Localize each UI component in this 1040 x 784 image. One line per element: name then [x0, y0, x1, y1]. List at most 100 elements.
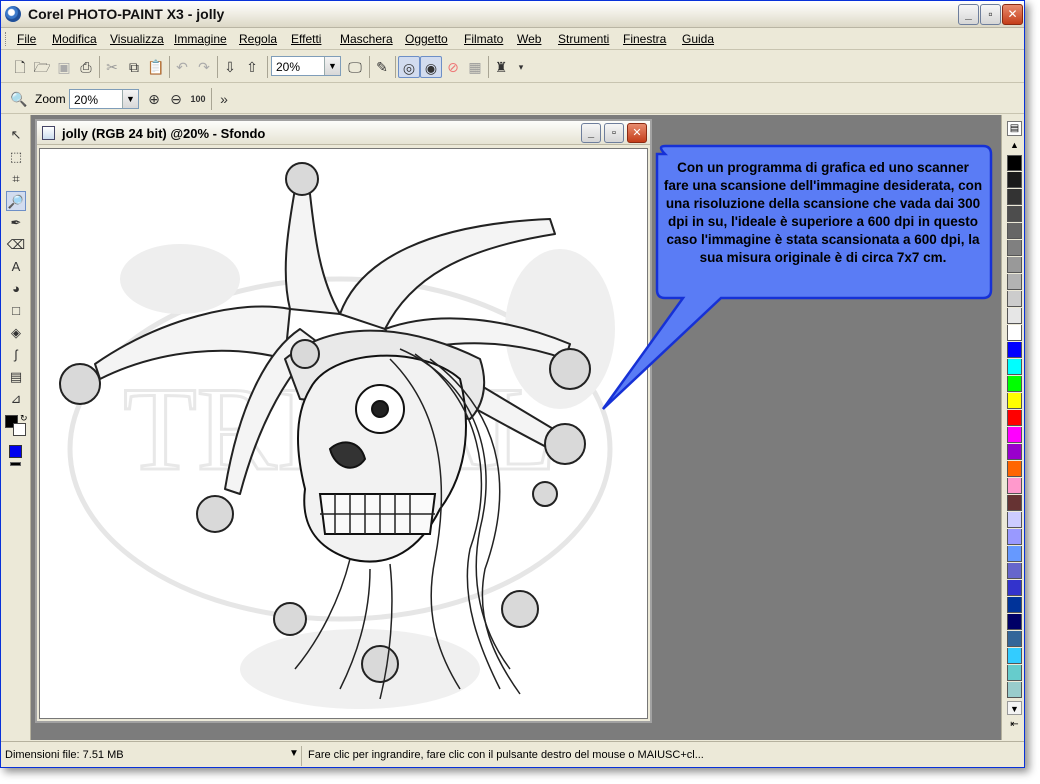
zoom-out-icon[interactable]: ⊖ — [165, 88, 187, 110]
show-mask-marquee-icon[interactable]: ◎ — [398, 56, 420, 78]
application-launcher-icon[interactable]: ♜ — [490, 56, 512, 78]
color-swatch[interactable] — [1007, 172, 1022, 188]
chevron-down-icon[interactable]: ▼ — [324, 57, 340, 75]
palette-scroll-up-icon[interactable]: ▲ — [1007, 139, 1022, 151]
color-swatch[interactable] — [1007, 427, 1022, 443]
color-swatch[interactable] — [1007, 189, 1022, 205]
color-swatch[interactable] — [1007, 580, 1022, 596]
undo-icon[interactable]: ↶ — [171, 56, 193, 78]
double-chevron-right-icon[interactable]: » — [213, 88, 235, 110]
export-icon[interactable]: ⇧ — [241, 56, 263, 78]
color-swatch[interactable] — [1007, 597, 1022, 613]
color-swatch[interactable] — [1007, 410, 1022, 426]
paper-color-swatch[interactable] — [10, 462, 21, 466]
background-color-swatch[interactable] — [13, 423, 26, 436]
cut-icon[interactable]: ✂ — [101, 56, 123, 78]
app-icon[interactable] — [5, 6, 21, 22]
color-swatch[interactable] — [1007, 444, 1022, 460]
zoom-100-icon[interactable]: 100 — [187, 88, 209, 110]
title-bar[interactable]: Corel PHOTO-PAINT X3 - jolly _ ▫ ✕ — [1, 1, 1024, 28]
palette-scroll-down-icon[interactable]: ▼ — [1007, 701, 1022, 715]
menu-visualizza[interactable]: Visualizza — [110, 32, 164, 46]
eyedropper-tool-icon[interactable]: ✒ — [6, 213, 26, 233]
color-swatch[interactable] — [1007, 223, 1022, 239]
status-dropdown-icon[interactable]: ▼ — [289, 748, 299, 759]
menu-filmato[interactable]: Filmato — [464, 32, 503, 46]
color-swatch[interactable] — [1007, 393, 1022, 409]
open-icon[interactable]: 🗁 — [31, 56, 53, 78]
menu-strumenti[interactable]: Strumenti — [558, 32, 609, 46]
color-swatch[interactable] — [1007, 665, 1022, 681]
color-swatch[interactable] — [1007, 308, 1022, 324]
color-swatch[interactable] — [1007, 631, 1022, 647]
color-swatch[interactable] — [1007, 495, 1022, 511]
text-tool-icon[interactable]: A — [6, 257, 26, 277]
doc-maximize-button[interactable]: ▫ — [604, 123, 624, 143]
color-swatch[interactable] — [1007, 648, 1022, 664]
color-swatch[interactable] — [1007, 325, 1022, 341]
fill-color-swatch[interactable] — [9, 445, 22, 458]
red-eye-tool-icon[interactable]: ◕ — [6, 279, 26, 299]
color-swatch[interactable] — [1007, 546, 1022, 562]
menu-web[interactable]: Web — [517, 32, 541, 46]
color-swatch[interactable] — [1007, 155, 1022, 171]
doc-close-button[interactable]: ✕ — [627, 123, 647, 143]
zoom-combo[interactable]: 20% ▼ — [69, 89, 139, 109]
image-canvas[interactable]: TRIBAL — [39, 148, 648, 719]
menu-grip[interactable] — [5, 32, 8, 46]
chevron-down-icon[interactable]: ▾ — [510, 56, 532, 78]
color-swatch[interactable] — [1007, 512, 1022, 528]
mask-overlay-icon[interactable]: ⊘ — [442, 56, 464, 78]
effect-tool-icon[interactable]: ▤ — [6, 367, 26, 387]
paste-icon[interactable]: 📋 — [145, 56, 167, 78]
swap-colors-icon[interactable]: ↻ — [20, 413, 28, 424]
color-swatch[interactable] — [1007, 206, 1022, 222]
menu-oggetto[interactable]: Oggetto — [405, 32, 448, 46]
menu-finestra[interactable]: Finestra — [623, 32, 666, 46]
show-object-marquee-icon[interactable]: ◉ — [420, 56, 442, 78]
color-swatch[interactable] — [1007, 291, 1022, 307]
save-icon[interactable]: ▣ — [53, 56, 75, 78]
close-button[interactable]: ✕ — [1002, 4, 1023, 25]
menu-modifica[interactable]: Modifica — [52, 32, 97, 46]
new-icon[interactable]: 🗋 — [9, 56, 31, 78]
chevron-down-icon[interactable]: ▼ — [122, 90, 138, 108]
color-swatch[interactable] — [1007, 461, 1022, 477]
redo-icon[interactable]: ↷ — [193, 56, 215, 78]
zoom-in-icon[interactable]: ⊕ — [143, 88, 165, 110]
crop-tool-icon[interactable]: ⌗ — [6, 169, 26, 189]
maximize-button[interactable]: ▫ — [980, 4, 1001, 25]
menu-file[interactable]: File — [17, 32, 36, 46]
pick-tool-icon[interactable]: ↖ — [6, 125, 26, 145]
import-icon[interactable]: ⇩ — [219, 56, 241, 78]
color-swatch[interactable] — [1007, 359, 1022, 375]
color-swatch[interactable] — [1007, 563, 1022, 579]
zoom-level-combo[interactable]: 20% ▼ — [271, 56, 341, 76]
palette-options-icon[interactable]: ▤ — [1007, 121, 1022, 136]
color-swatch[interactable] — [1007, 529, 1022, 545]
color-swatch[interactable] — [1007, 376, 1022, 392]
image-sprayer-tool-icon[interactable]: ⊿ — [6, 389, 26, 409]
document-window[interactable]: jolly (RGB 24 bit) @20% - Sfondo _ ▫ ✕ T… — [35, 119, 652, 723]
color-swatch[interactable] — [1007, 478, 1022, 494]
menu-guida[interactable]: Guida — [682, 32, 714, 46]
paint-tool-icon[interactable]: ʃ — [6, 345, 26, 365]
color-swatch[interactable] — [1007, 342, 1022, 358]
fullscreen-preview-icon[interactable]: 🖵 — [344, 56, 366, 78]
menu-maschera[interactable]: Maschera — [340, 32, 393, 46]
eraser-tool-icon[interactable]: ⌫ — [6, 235, 26, 255]
doc-minimize-button[interactable]: _ — [581, 123, 601, 143]
menu-immagine[interactable]: Immagine — [174, 32, 227, 46]
color-swatch[interactable] — [1007, 257, 1022, 273]
brush-pen-icon[interactable]: ✎ — [371, 56, 393, 78]
minimize-button[interactable]: _ — [958, 4, 979, 25]
copy-icon[interactable]: ⧉ — [123, 56, 145, 78]
color-swatch[interactable] — [1007, 240, 1022, 256]
palette-expand-icon[interactable]: ⇤ — [1007, 718, 1022, 732]
rectangle-mask-tool-icon[interactable]: ⬚ — [6, 147, 26, 167]
zoom-tool-icon[interactable]: 🔎 — [6, 191, 26, 211]
document-title-bar[interactable]: jolly (RGB 24 bit) @20% - Sfondo _ ▫ ✕ — [37, 121, 650, 145]
menu-regola[interactable]: Regola — [239, 32, 277, 46]
rectangle-tool-icon[interactable]: □ — [6, 301, 26, 321]
fill-tool-icon[interactable]: ◈ — [6, 323, 26, 343]
